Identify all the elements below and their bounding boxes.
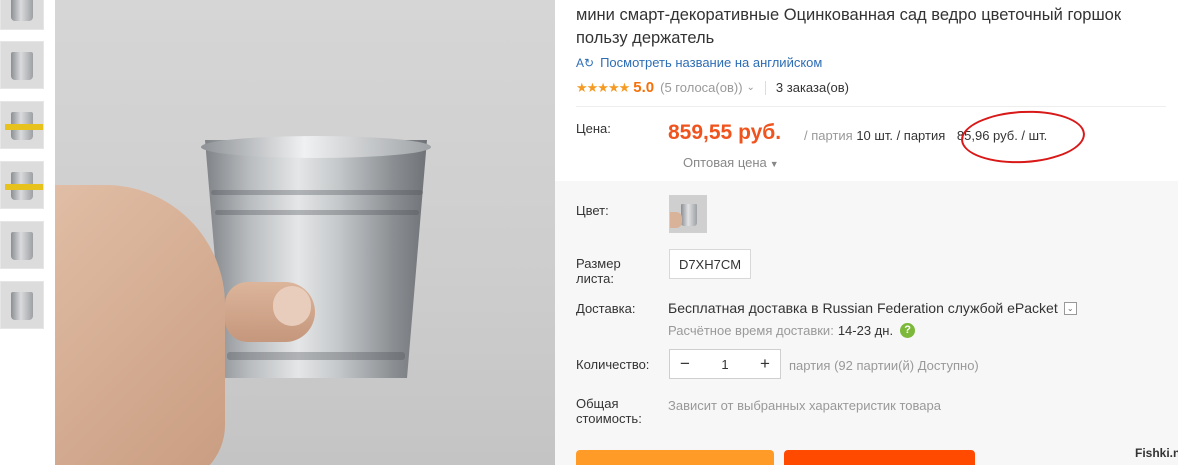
chevron-down-icon[interactable]: ⌄ (747, 82, 755, 93)
total-text: Зависит от выбранных характеристик товар… (668, 398, 941, 413)
quantity-label: Количество: (576, 357, 650, 372)
product-info: мини смарт-декоративные Оцинкованная сад… (555, 0, 1178, 465)
shipping-label: Доставка: (576, 301, 636, 316)
rating-row: ★★★★★ 5.0 (5 голоса(ов)) ⌄ 3 заказа(ов) (576, 79, 849, 96)
color-swatch[interactable] (669, 195, 707, 233)
dropdown-arrow-icon[interactable]: ⌄ (1063, 301, 1077, 315)
add-to-cart-button[interactable] (784, 450, 975, 465)
product-photo[interactable] (55, 0, 555, 465)
orders-count: 3 заказа(ов) (775, 80, 849, 95)
delivery-estimate: Расчётное время доставки: 14-23 дн.? (668, 323, 916, 338)
votes-link[interactable]: (5 голоса(ов)) (660, 80, 742, 95)
thumbnail-5[interactable] (0, 221, 44, 269)
color-label: Цвет: (576, 203, 609, 218)
thumbnail-3[interactable] (0, 101, 44, 149)
help-icon[interactable]: ? (900, 323, 916, 338)
rating-score: 5.0 (633, 79, 655, 96)
quantity-plus-button[interactable]: + (750, 350, 780, 378)
shipping-method[interactable]: Бесплатная доставка в Russian Federation… (668, 300, 1077, 316)
thumbnail-1[interactable] (0, 0, 44, 30)
total-label: Общая стоимость: (576, 396, 642, 426)
star-rating-icon: ★★★★★ (576, 79, 630, 95)
price-label: Цена: (576, 121, 611, 136)
size-label: Размер листа: (576, 256, 621, 286)
size-option-button[interactable]: D7XH7CM (669, 249, 751, 279)
buy-now-button[interactable] (576, 450, 774, 465)
caret-down-icon: ▼ (769, 159, 779, 169)
price-value: 859,55 руб. (668, 121, 782, 144)
thumbnail-2[interactable] (0, 41, 44, 89)
quantity-input[interactable]: 1 (700, 357, 750, 372)
thumbnail-6[interactable] (0, 281, 44, 329)
product-title: мини смарт-декоративные Оцинкованная сад… (576, 6, 1122, 47)
red-circle-annotation (959, 107, 1087, 167)
thumbnail-4[interactable] (0, 161, 44, 209)
availability-text: партия (92 партии(й) Доступно) (789, 358, 979, 373)
quantity-minus-button[interactable]: − (670, 350, 700, 378)
translate-link[interactable]: A↻ Посмотреть название на английском (576, 55, 822, 70)
thumbnail-strip (0, 0, 46, 465)
quantity-stepper[interactable]: − 1 + (669, 349, 781, 379)
translate-icon: A↻ (576, 56, 595, 70)
wholesale-price-dropdown[interactable]: Оптовая цена ▼ (683, 155, 779, 170)
watermark: Fishki.net (1135, 446, 1178, 460)
